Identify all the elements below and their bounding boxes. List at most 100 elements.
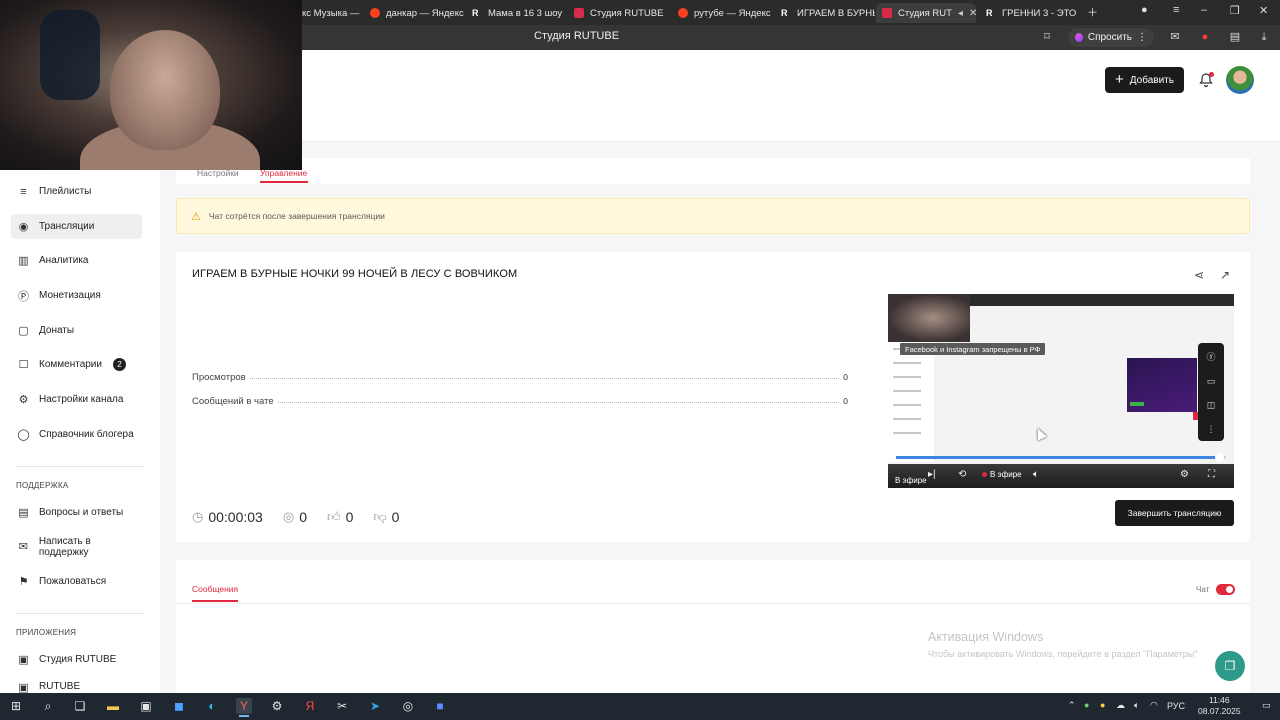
windows-activation-watermark: Активация Windows Чтобы активировать Win… — [928, 630, 1197, 659]
support-chat-button[interactable]: ❐ — [1215, 651, 1245, 681]
yandex-browser-icon[interactable]: Y — [236, 698, 252, 717]
sidebar-item-broadcasts[interactable]: ◉ Трансляции — [11, 214, 142, 239]
new-tab-icon[interactable]: ＋ — [1087, 4, 1098, 20]
collections-icon[interactable]: ▤ — [1229, 31, 1241, 43]
volume-icon[interactable]: 🔈︎ — [1033, 469, 1039, 480]
browser-tab-active[interactable]: Студия RUT ◂ ✕ — [876, 3, 976, 23]
bookmark-icon[interactable]: ⌑ — [1041, 31, 1053, 43]
notice-text: Чат сотрётся после завершения трансляции — [208, 211, 385, 221]
external-link-icon[interactable]: ↗ — [1220, 268, 1230, 282]
yandex-translate-icon[interactable]: ⓨ — [1206, 350, 1215, 363]
fullscreen-icon[interactable]: ⛶ — [1208, 469, 1215, 480]
speaker-icon[interactable]: ◂ — [958, 8, 963, 19]
sidebar-item-playlists[interactable]: ≡ Плейлисты — [11, 179, 142, 204]
subtitles-icon[interactable]: ▭ — [1207, 376, 1216, 387]
sidebar-item-contact-support[interactable]: ✉ Написать в поддержку — [11, 534, 142, 559]
ask-alice-button[interactable]: Спросить ⋮ — [1068, 28, 1154, 47]
browser-tab[interactable]: R ИГРАЕМ В БУРНЫ — [775, 3, 875, 23]
chat-toggle[interactable] — [1216, 584, 1235, 595]
add-button[interactable]: + Добавить — [1105, 67, 1184, 93]
avatar[interactable] — [1226, 66, 1254, 94]
tab-label: кс Музыка — — [302, 7, 360, 19]
extension-icon[interactable]: ✉ — [1169, 31, 1181, 43]
page-title[interactable]: Студия RUTUBE — [534, 30, 619, 42]
tab-label: Студия RUTUBE — [590, 7, 664, 19]
edge-icon[interactable]: ◐ — [204, 698, 220, 714]
menu-icon[interactable]: ≡ — [1173, 4, 1179, 16]
chat-bubble-icon: ❐ — [1224, 659, 1236, 673]
sidebar-item-monetization[interactable]: Ⓟ Монетизация — [11, 283, 142, 308]
stat-label: Сообщений в чате — [192, 395, 274, 407]
profile-icon[interactable]: ● — [1141, 4, 1148, 16]
yandex-icon — [678, 8, 688, 18]
player-settings-icon[interactable]: ⚙ — [1180, 469, 1189, 480]
more-vertical-icon[interactable]: ⋮ — [1207, 424, 1216, 435]
task-view-icon[interactable]: ❏ — [72, 698, 88, 714]
notifications-center-icon[interactable]: ▭ — [1262, 700, 1271, 711]
rewind-10-icon[interactable]: ⟲ — [958, 469, 966, 480]
download-icon[interactable]: ⤓ — [1258, 31, 1270, 43]
language-indicator[interactable]: РУС — [1167, 701, 1185, 711]
browser-tab[interactable]: рутубе — Яндекс — [672, 3, 772, 23]
player-side-menu: ⓨ ▭ ◫ ⋮ — [1198, 343, 1224, 441]
taskbar-clock[interactable]: 11:46 08.07.2025 — [1198, 695, 1241, 717]
comment-icon: ☐ — [18, 359, 29, 371]
minimize-icon[interactable]: – — [1201, 4, 1207, 16]
tab-messages[interactable]: Сообщения — [192, 584, 238, 594]
obs-icon[interactable]: ◎ — [400, 698, 416, 714]
sidebar-item-faq[interactable]: ▤ Вопросы и ответы — [11, 500, 142, 525]
notifications-bell-icon[interactable] — [1198, 72, 1214, 88]
tray-wifi-icon[interactable]: ◠ — [1150, 700, 1158, 711]
browser-tab[interactable]: Студия RUTUBE — [568, 3, 668, 23]
help-book-icon: ◯ — [17, 429, 30, 441]
telegram-icon[interactable]: ➤ — [367, 698, 383, 714]
search-icon[interactable]: ⌕ — [40, 698, 56, 714]
capcut-icon[interactable]: ✂ — [334, 698, 350, 714]
sidebar-item-label: Настройки канала — [39, 394, 124, 405]
start-icon[interactable]: ⊞ — [8, 698, 24, 714]
webcam-person-face — [110, 30, 220, 150]
sidebar-item-blogger-guide[interactable]: ◯ Справочник блогера — [11, 422, 142, 447]
close-tab-icon[interactable]: ✕ — [969, 8, 976, 19]
rutube-icon: ▣ — [18, 654, 29, 666]
tray-app-icon[interactable]: ● — [1084, 700, 1089, 710]
settings-app-icon[interactable]: ⚙ — [269, 698, 285, 714]
sidebar-item-label: Трансляции — [39, 221, 95, 232]
viewers-value: 0 — [299, 509, 307, 525]
sidebar-item-comments[interactable]: ☐ Комментарии 2 — [11, 352, 142, 377]
outlook-icon[interactable]: ◼ — [171, 698, 187, 714]
sidebar-item-channel-settings[interactable]: ⚙ Настройки канала — [11, 387, 142, 412]
store-icon[interactable]: ▣ — [138, 698, 154, 714]
pip-icon[interactable]: ◫ — [1207, 400, 1216, 411]
browser-tab[interactable]: данкар — Яндекс — [364, 3, 464, 23]
yandex-app-icon[interactable]: Я — [302, 698, 318, 714]
sidebar-item-label: Плейлисты — [39, 186, 92, 197]
tray-app-icon[interactable]: ● — [1100, 700, 1105, 710]
tray-chevron-icon[interactable]: ⌃ — [1068, 700, 1076, 711]
skip-icon[interactable]: ▸| — [928, 469, 936, 480]
sidebar-item-analytics[interactable]: ▥ Аналитика — [11, 248, 142, 273]
sidebar-item-studio-app[interactable]: ▣ Студия RUTUBE — [11, 647, 142, 672]
app-icon[interactable]: ■ — [432, 698, 448, 714]
sidebar-item-report[interactable]: ⚑ Пожаловаться — [11, 569, 142, 594]
player-progress-fill — [896, 456, 1220, 459]
tray-network-icon[interactable]: ☁ — [1116, 700, 1125, 711]
close-window-icon[interactable]: ✕ — [1259, 4, 1268, 17]
browser-tab[interactable]: кс Музыка — — [296, 3, 364, 23]
share-icon[interactable]: ⋖ — [1194, 268, 1204, 282]
sidebar-item-donations[interactable]: ▢ Донаты — [11, 318, 142, 343]
file-explorer-icon[interactable]: ▬ — [105, 698, 121, 714]
video-player[interactable]: Facebook и Instagram запрещены в РФ ⓨ ▭ … — [888, 294, 1234, 488]
stat-value: 0 — [843, 396, 848, 406]
end-broadcast-button[interactable]: Завершить трансляцию — [1115, 500, 1234, 526]
comments-count-badge: 2 — [112, 358, 126, 371]
sidebar-item-rutube-app[interactable]: ▣ RUTUBE — [11, 681, 142, 693]
record-icon[interactable]: ● — [1199, 31, 1211, 43]
player-progress-bar[interactable] — [896, 453, 1226, 462]
browser-tab[interactable]: R ГРЕННИ 3 - ЭТО — [980, 3, 1076, 23]
browser-tab[interactable]: R Мама в 16 3 шоу — [466, 3, 566, 23]
restore-icon[interactable]: ❐ — [1230, 4, 1240, 17]
tray-volume-icon[interactable]: 🔈︎ — [1134, 700, 1139, 711]
sidebar-divider — [16, 613, 144, 614]
player-preview-card — [1127, 358, 1197, 412]
